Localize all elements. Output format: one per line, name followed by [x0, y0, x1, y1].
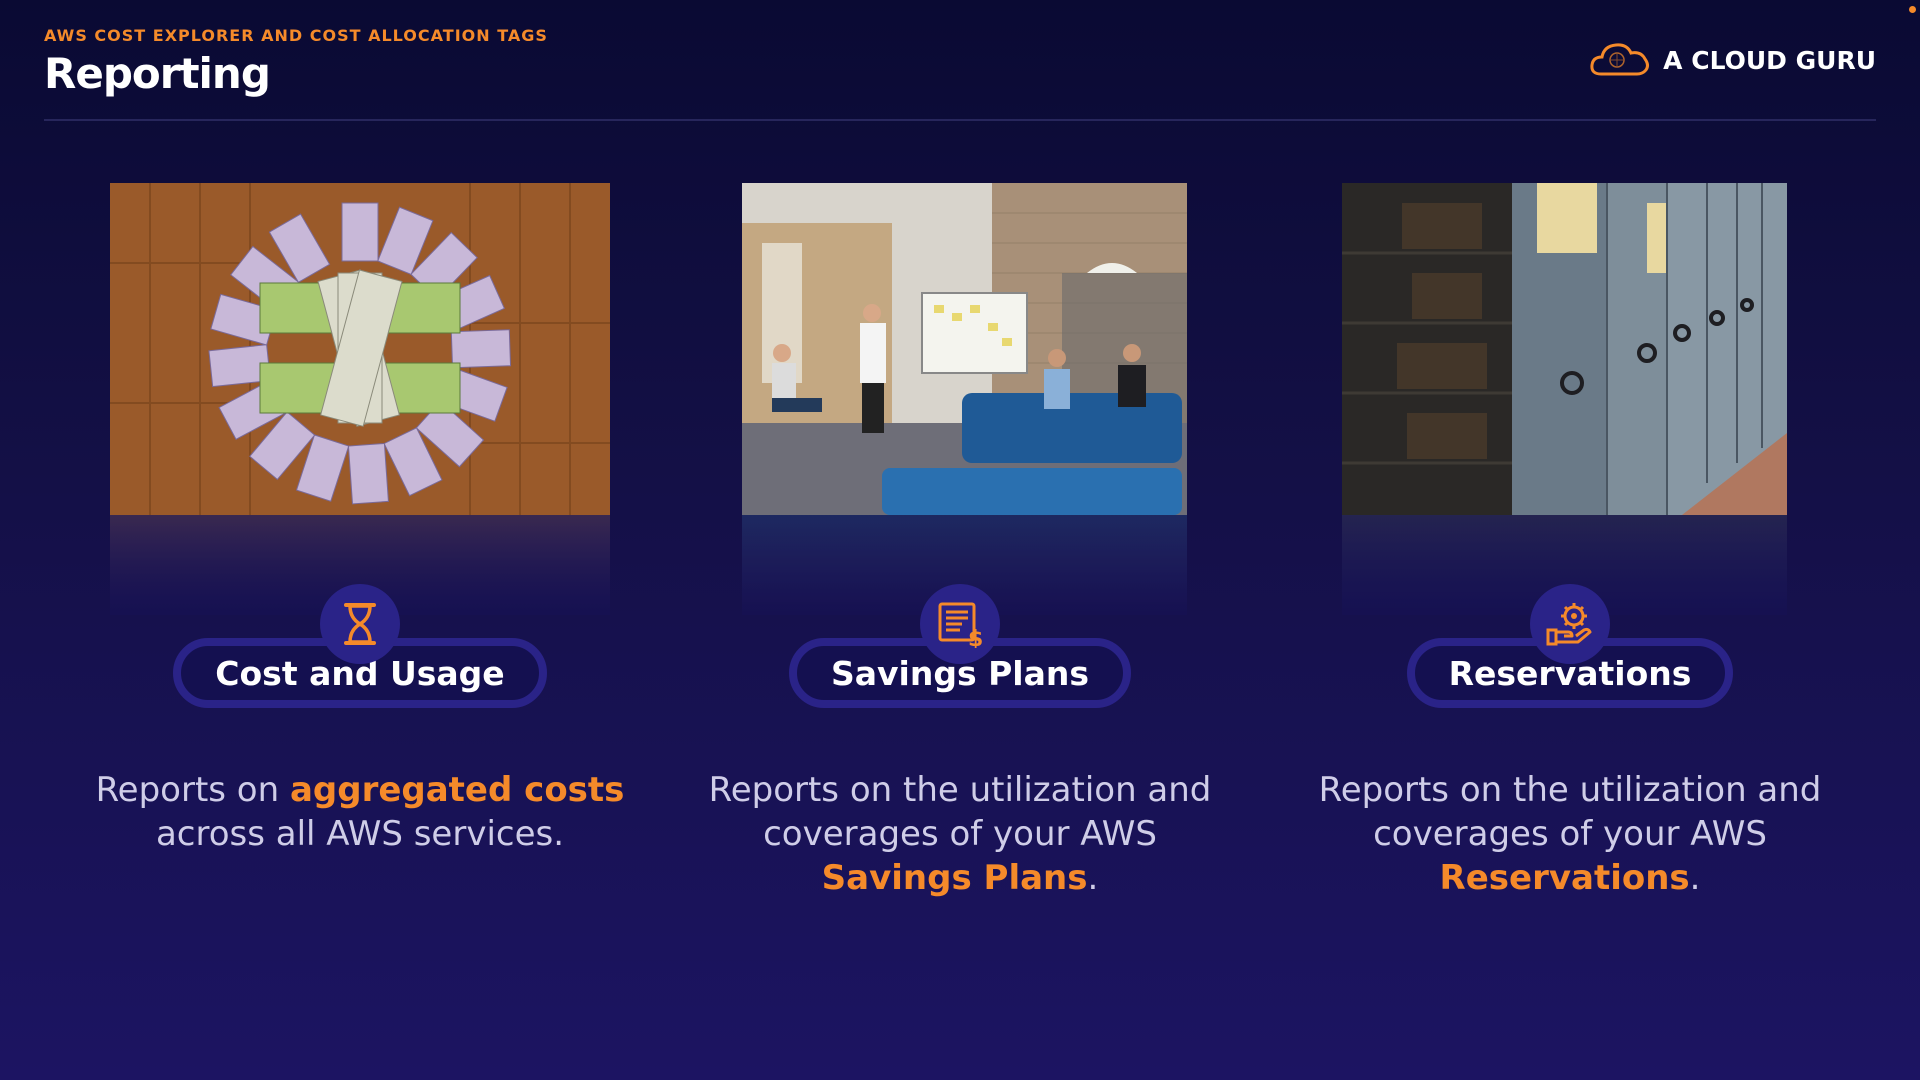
- card-reservations: Reservations Reports on the utilization …: [1319, 183, 1821, 898]
- svg-text:$: $: [968, 627, 983, 648]
- archive-shelves-photo: [1342, 183, 1787, 515]
- desc-text: across all AWS services.: [155, 814, 565, 854]
- pill-cost-and-usage: Cost and Usage: [173, 584, 547, 708]
- pill-reservations: Reservations: [1406, 584, 1734, 708]
- invoice-dollar-icon: $: [919, 584, 1000, 664]
- desc-text: Reports on: [95, 770, 290, 810]
- money-circle-photo: [110, 183, 610, 515]
- card-description: Reports on the utilization and coverages…: [1300, 768, 1840, 900]
- desc-highlight: Reservations: [1439, 858, 1690, 898]
- desc-highlight: aggregated costs: [289, 770, 625, 810]
- card-savings-plans: $ Savings Plans Reports on the utilizati…: [709, 183, 1211, 898]
- card-description: Reports on aggregated costs across all A…: [90, 768, 630, 856]
- desc-highlight: Savings Plans: [821, 858, 1088, 898]
- card-description: Reports on the utilization and coverages…: [690, 768, 1230, 900]
- brand-name: A CLOUD GURU: [1663, 45, 1876, 75]
- header-divider: [44, 119, 1876, 121]
- desc-text: .: [1689, 858, 1701, 898]
- team-meeting-photo: [742, 183, 1187, 515]
- cloud-logo-icon: [1589, 38, 1651, 82]
- pill-savings-plans: $ Savings Plans: [788, 584, 1131, 708]
- slide-header: AWS COST EXPLORER AND COST ALLOCATION TA…: [44, 26, 548, 98]
- card-cost-and-usage: Cost and Usage Reports on aggregated cos…: [96, 183, 624, 854]
- desc-text: .: [1087, 858, 1099, 898]
- slide-title: Reporting: [44, 49, 271, 98]
- slide-kicker: AWS COST EXPLORER AND COST ALLOCATION TA…: [44, 26, 548, 45]
- hourglass-icon: [319, 584, 400, 664]
- desc-text: Reports on the utilization and coverages…: [708, 770, 1212, 854]
- desc-text: Reports on the utilization and coverages…: [1318, 770, 1822, 854]
- hand-gear-icon: [1529, 584, 1610, 664]
- brand-logo: A CLOUD GURU: [1589, 38, 1876, 82]
- corner-dot: [1909, 6, 1916, 13]
